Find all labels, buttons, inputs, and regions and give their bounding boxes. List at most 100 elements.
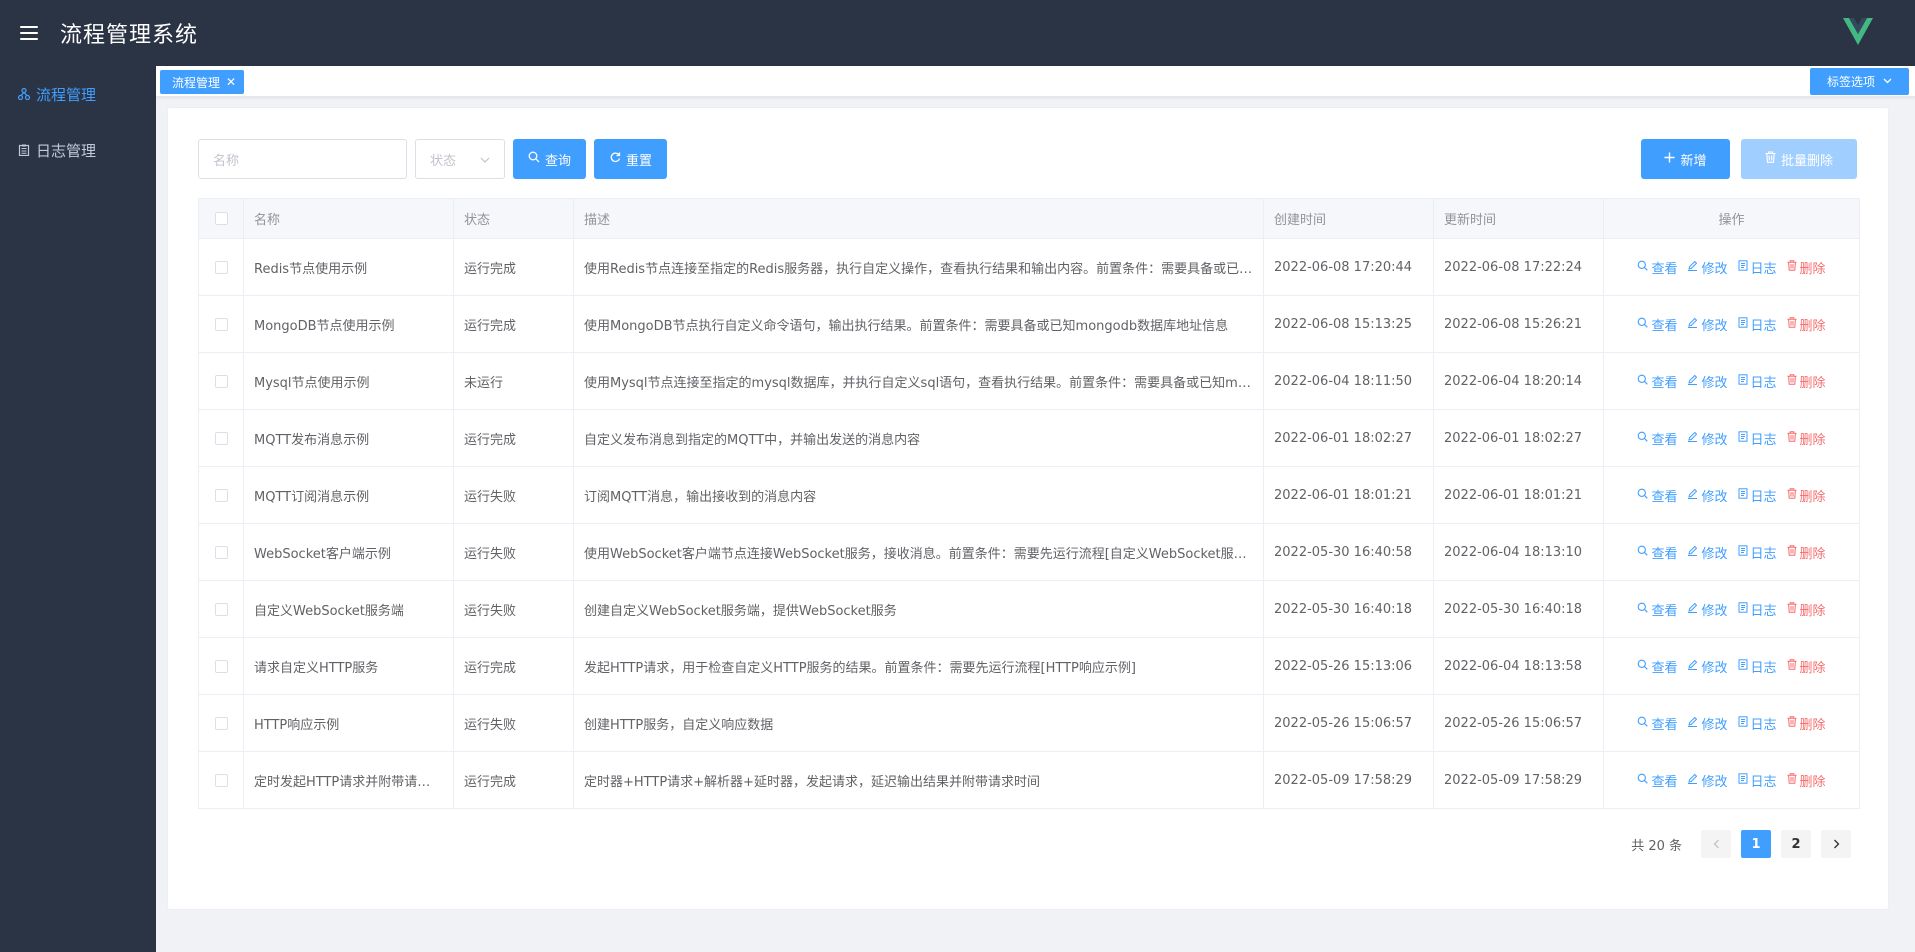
row-checkbox[interactable] [214,773,228,787]
log-button[interactable]: 日志 [1738,429,1777,448]
name-search-input[interactable]: 名称 [198,139,407,179]
edit-label: 修改 [1701,318,1728,334]
log-button[interactable]: 日志 [1738,543,1777,562]
column-header-description[interactable]: 描述 [574,199,1264,238]
actions-cell: 查看 修改 日志 删除 [1604,467,1859,523]
view-button[interactable]: 查看 [1637,543,1677,562]
delete-button[interactable]: 删除 [1787,486,1826,505]
select-all-checkbox[interactable] [214,212,228,225]
edit-button[interactable]: 修改 [1687,258,1728,277]
edit-button[interactable]: 修改 [1687,714,1728,733]
page-2-button[interactable]: 2 [1781,830,1811,858]
view-button[interactable]: 查看 [1637,600,1677,619]
delete-button[interactable]: 删除 [1787,315,1826,334]
row-checkbox[interactable] [214,374,228,388]
query-button[interactable]: 查询 [513,139,586,179]
created-time-cell: 2022-05-26 15:13:06 [1264,638,1434,694]
column-header-updated[interactable]: 更新时间 [1434,199,1604,238]
edit-icon [1687,431,1698,445]
view-button[interactable]: 查看 [1637,657,1677,676]
edit-button[interactable]: 修改 [1687,486,1728,505]
edit-icon [1687,374,1698,388]
sidebar-item-flow-management[interactable]: 流程管理 [0,66,156,122]
delete-button[interactable]: 删除 [1787,714,1826,733]
tab-options-dropdown[interactable]: 标签选项 [1810,68,1909,95]
description-cell: 定时器+HTTP请求+解析器+延时器，发起请求，延迟输出结果并附带请求时间 [574,752,1264,808]
edit-label: 修改 [1701,603,1728,619]
row-checkbox[interactable] [214,260,228,274]
tab-flow-management[interactable]: 流程管理 ✕ [160,70,245,94]
edit-button[interactable]: 修改 [1687,315,1728,334]
log-button[interactable]: 日志 [1738,657,1777,676]
flow-description: 自定义发布消息到指定的MQTT中，并输出发送的消息内容 [584,432,921,448]
batch-delete-button[interactable]: 批量删除 [1741,139,1857,179]
name-cell: MQTT发布消息示例 [244,410,454,466]
flow-name: Mysql节点使用示例 [254,375,370,391]
table-body: Redis节点使用示例 运行完成 使用Redis节点连接至指定的Redis服务器… [199,239,1859,809]
tags-view-bar: 流程管理 ✕ 标签选项 [156,66,1915,97]
column-header-created[interactable]: 创建时间 [1264,199,1434,238]
log-button[interactable]: 日志 [1738,372,1777,391]
sidebar-item-log-management[interactable]: 日志管理 [0,122,156,178]
row-checkbox[interactable] [214,431,228,445]
log-button[interactable]: 日志 [1738,486,1777,505]
page-1-button[interactable]: 1 [1741,830,1771,858]
table-header-row: 名称 状态 描述 创建时间 更新时间 操作 [199,199,1859,239]
updated-time-cell: 2022-05-09 17:58:29 [1434,752,1604,808]
row-checkbox-cell [199,467,244,523]
view-label: 查看 [1651,489,1678,505]
delete-button[interactable]: 删除 [1787,600,1826,619]
status-select[interactable]: 状态 [415,139,505,179]
delete-button[interactable]: 删除 [1787,771,1826,790]
delete-button[interactable]: 删除 [1787,258,1826,277]
row-checkbox[interactable] [214,659,228,673]
log-button[interactable]: 日志 [1738,600,1777,619]
name-cell: MQTT订阅消息示例 [244,467,454,523]
view-button[interactable]: 查看 [1637,315,1677,334]
document-icon [1738,431,1748,445]
view-button[interactable]: 查看 [1637,771,1677,790]
edit-icon [1687,602,1698,616]
tab-close-icon[interactable]: ✕ [226,75,236,89]
flow-name: MQTT发布消息示例 [254,432,370,448]
row-checkbox[interactable] [214,488,228,502]
delete-button[interactable]: 删除 [1787,429,1826,448]
reset-button[interactable]: 重置 [594,139,667,179]
hamburger-menu-icon[interactable] [20,26,38,40]
view-button[interactable]: 查看 [1637,258,1677,277]
delete-button[interactable]: 删除 [1787,372,1826,391]
delete-button[interactable]: 删除 [1787,543,1826,562]
next-page-button[interactable] [1821,830,1851,858]
tab-label: 流程管理 [172,75,221,90]
view-button[interactable]: 查看 [1637,429,1677,448]
column-header-status[interactable]: 状态 [454,199,574,238]
log-button[interactable]: 日志 [1738,771,1777,790]
edit-button[interactable]: 修改 [1687,429,1728,448]
flow-description: 使用MongoDB节点执行自定义命令语句，输出执行结果。前置条件：需要具备或已知… [584,318,1229,334]
row-checkbox[interactable] [214,602,228,616]
edit-button[interactable]: 修改 [1687,543,1728,562]
prev-page-button[interactable] [1701,830,1731,858]
edit-button[interactable]: 修改 [1687,372,1728,391]
table-row: MQTT发布消息示例 运行完成 自定义发布消息到指定的MQTT中，并输出发送的消… [199,410,1859,467]
row-checkbox[interactable] [214,317,228,331]
log-button[interactable]: 日志 [1738,714,1777,733]
edit-button[interactable]: 修改 [1687,600,1728,619]
delete-button[interactable]: 删除 [1787,657,1826,676]
flow-name: 请求自定义HTTP服务 [254,660,379,676]
edit-label: 修改 [1701,546,1728,562]
column-header-name[interactable]: 名称 [244,199,454,238]
view-button[interactable]: 查看 [1637,486,1677,505]
delete-label: 删除 [1799,774,1826,790]
log-button[interactable]: 日志 [1738,315,1777,334]
log-button[interactable]: 日志 [1738,258,1777,277]
row-checkbox[interactable] [214,545,228,559]
row-checkbox[interactable] [214,716,228,730]
view-button[interactable]: 查看 [1637,372,1677,391]
pagination: 共 20 条 1 2 [1631,830,1856,858]
edit-button[interactable]: 修改 [1687,771,1728,790]
edit-button[interactable]: 修改 [1687,657,1728,676]
description-cell: 使用WebSocket客户端节点连接WebSocket服务，接收消息。前置条件：… [574,524,1264,580]
view-button[interactable]: 查看 [1637,714,1677,733]
add-button[interactable]: 新增 [1641,139,1730,179]
